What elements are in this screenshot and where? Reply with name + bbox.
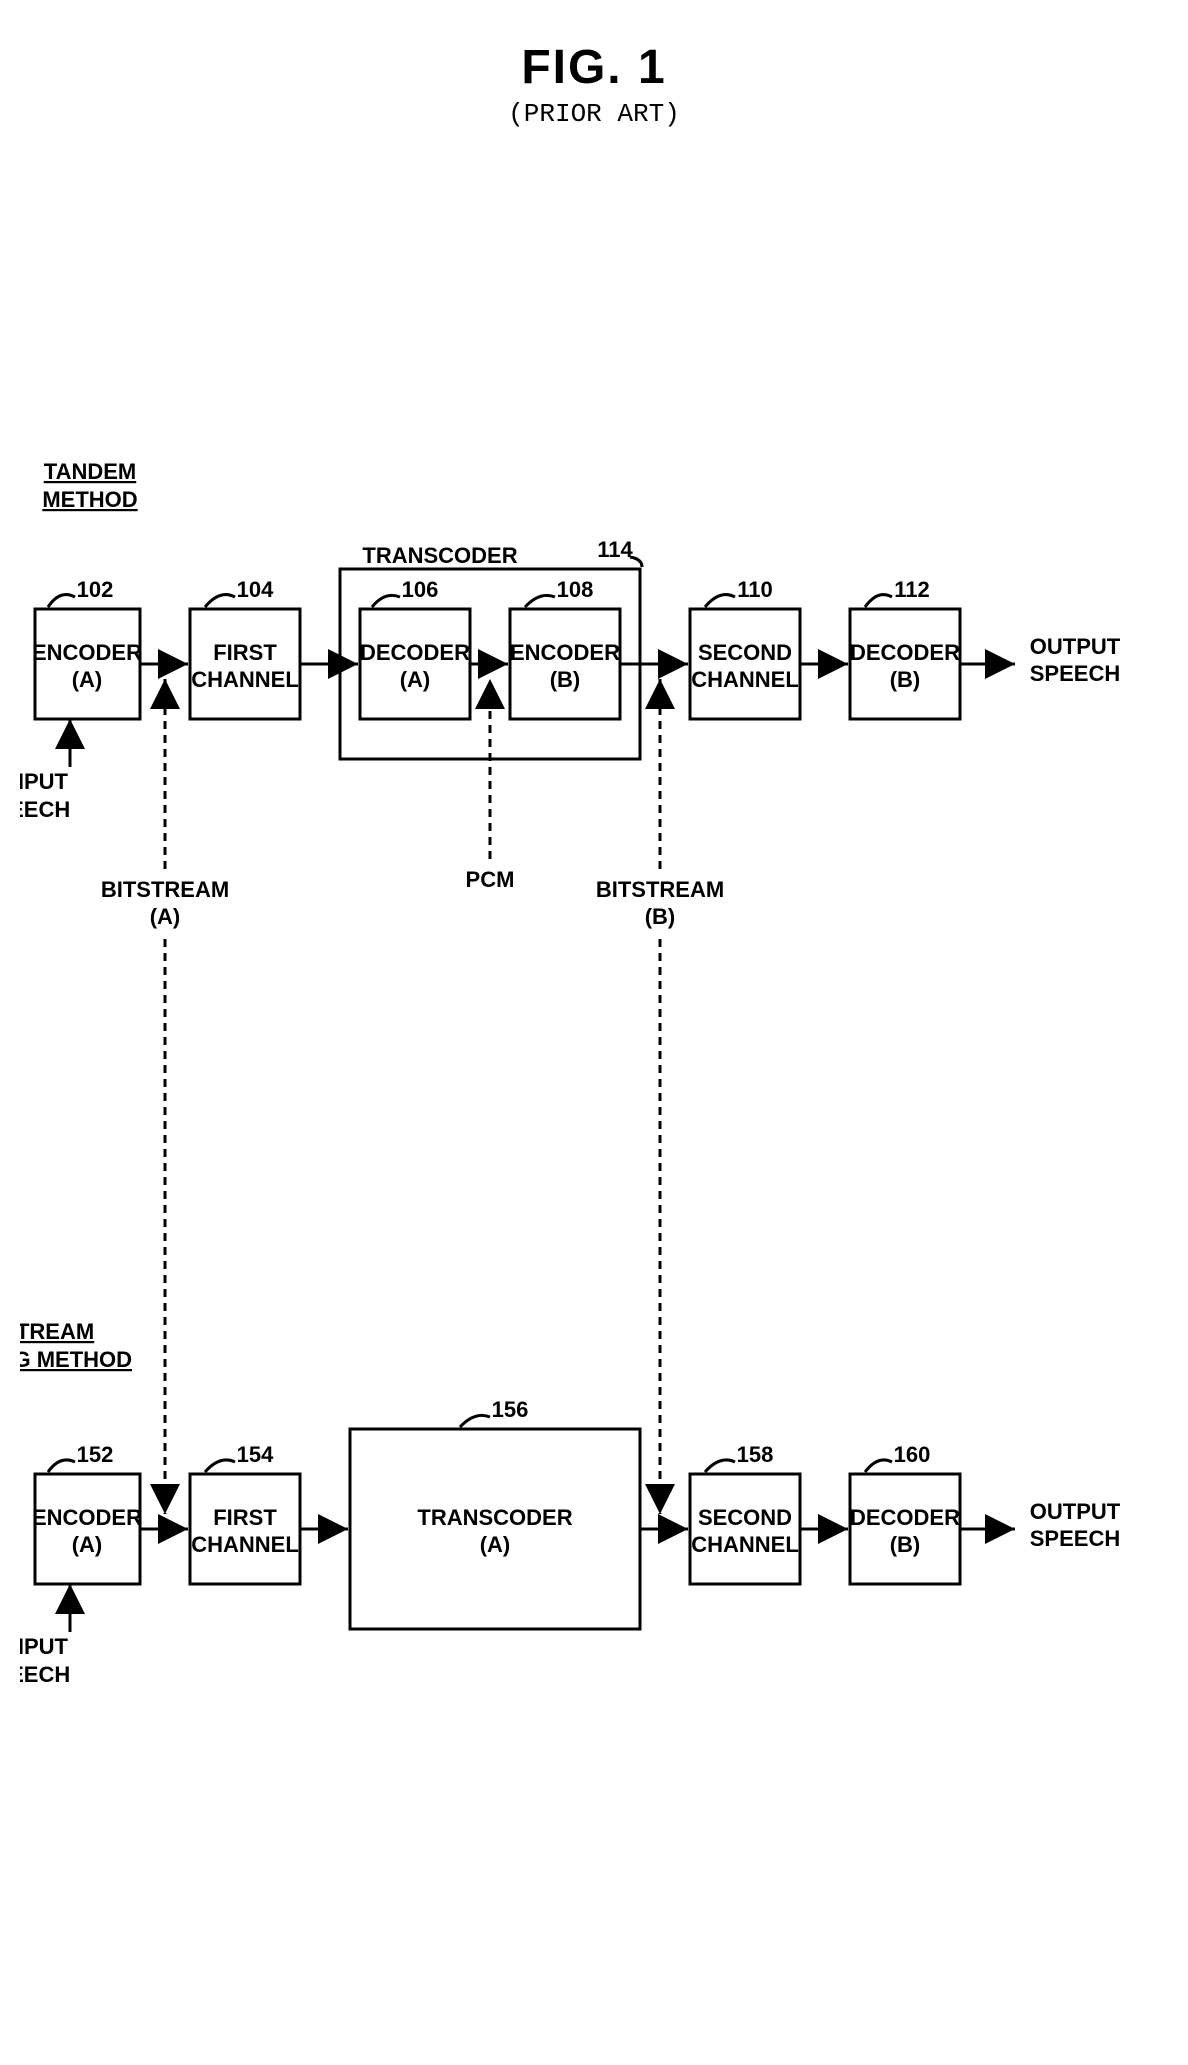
- ref-152: 152: [77, 1442, 114, 1467]
- dec-b-112-l1: DECODER: [850, 640, 960, 665]
- bsb-l1: BITSTREAM: [596, 877, 724, 902]
- bsb-l2: (B): [645, 904, 676, 929]
- enc-a-152-l1: ENCODER: [32, 1505, 142, 1530]
- output-r2-l2: SPEECH: [1030, 1526, 1120, 1551]
- ref-112: 112: [894, 577, 930, 602]
- bsm-label-1: BITSTREAM: [20, 1319, 94, 1344]
- fc-154-l2: CHANNEL: [191, 1532, 299, 1557]
- input-speech-r1-l1: INPUT: [20, 769, 69, 794]
- sc-110-l1: SECOND: [698, 640, 792, 665]
- enc-b-108-l2: (B): [550, 667, 581, 692]
- ref-158: 158: [737, 1442, 774, 1467]
- input-speech-r1-l2: SPEECH: [20, 797, 70, 822]
- enc-a-152-l2: (A): [72, 1532, 103, 1557]
- figure-title: FIG. 1: [508, 40, 680, 95]
- enc-b-108-l1: ENCODER: [510, 640, 620, 665]
- figure-subtitle: (PRIOR ART): [508, 99, 680, 129]
- dec-a-106-l1: DECODER: [360, 640, 470, 665]
- ref-114: 114: [597, 537, 633, 562]
- ref-106: 106: [402, 577, 439, 602]
- output-r2-l1: OUTPUT: [1030, 1499, 1121, 1524]
- sc-158-l2: CHANNEL: [691, 1532, 799, 1557]
- input-r2-l1: INPUT: [20, 1634, 69, 1659]
- ref-156: 156: [492, 1397, 529, 1422]
- dec-b-112-l2: (B): [890, 667, 921, 692]
- trans-156-l2: (A): [480, 1532, 511, 1557]
- pcm-label: PCM: [466, 867, 515, 892]
- output-r1-l1: OUTPUT: [1030, 634, 1121, 659]
- figure-title-block: FIG. 1 (PRIOR ART): [508, 40, 680, 129]
- encoder-a-102-l2: (A): [72, 667, 103, 692]
- sc-110-l2: CHANNEL: [691, 667, 799, 692]
- dec-b-160-l2: (B): [890, 1532, 921, 1557]
- ref-108: 108: [557, 577, 594, 602]
- encoder-a-102-l1: ENCODER: [32, 640, 142, 665]
- input-r2-l2: SPEECH: [20, 1662, 70, 1687]
- fc-104-l1: FIRST: [213, 640, 277, 665]
- ref-110: 110: [737, 577, 773, 602]
- sc-158-l1: SECOND: [698, 1505, 792, 1530]
- dec-a-106-l2: (A): [400, 667, 431, 692]
- transcoder-title: TRANSCODER: [362, 543, 517, 568]
- tandem-method-line1: TANDEM: [44, 459, 136, 484]
- ref-104: 104: [237, 577, 274, 602]
- tandem-method-line2: METHOD: [42, 487, 137, 512]
- bsm-label-2: MAPPING METHOD: [20, 1347, 132, 1372]
- dec-b-160-l1: DECODER: [850, 1505, 960, 1530]
- output-r1-l2: SPEECH: [1030, 661, 1120, 686]
- ref-154: 154: [237, 1442, 274, 1467]
- bsa-l2: (A): [150, 904, 181, 929]
- ref-160: 160: [894, 1442, 931, 1467]
- trans-156-l1: TRANSCODER: [417, 1505, 572, 1530]
- fc-104-l2: CHANNEL: [191, 667, 299, 692]
- diagram: TANDEM METHOD INPUT SPEECH ENCODER TANDE…: [20, 179, 1168, 1979]
- bsa-l1: BITSTREAM: [101, 877, 229, 902]
- ref-102: 102: [77, 577, 114, 602]
- fc-154-l1: FIRST: [213, 1505, 277, 1530]
